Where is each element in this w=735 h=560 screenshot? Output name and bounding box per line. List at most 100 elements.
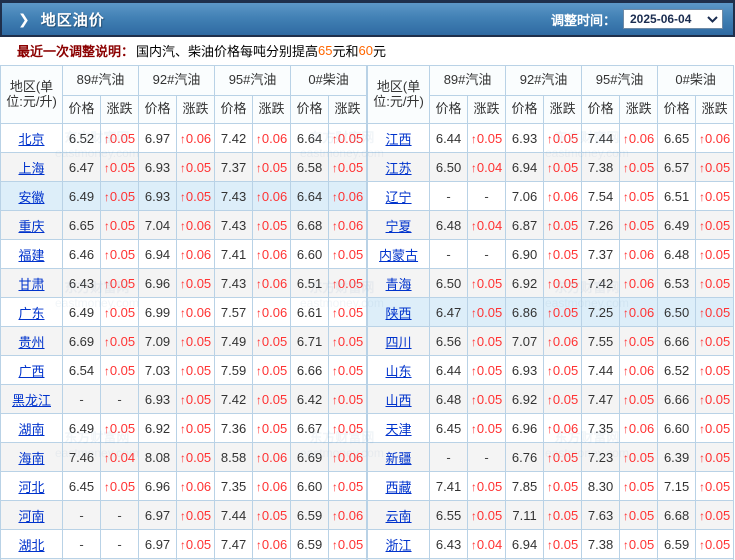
region-link[interactable]: 福建 xyxy=(18,248,44,263)
region-cell[interactable]: 广西 xyxy=(0,355,63,385)
region-link[interactable]: 北京 xyxy=(18,132,44,147)
region-cell[interactable]: 福建 xyxy=(0,239,63,269)
region-cell[interactable]: 陕西 xyxy=(367,297,431,327)
price-cell: 6.69 xyxy=(62,326,101,356)
price-cell: 7.47 xyxy=(214,529,254,559)
price-cell: 7.44 xyxy=(581,355,621,385)
region-cell[interactable]: 四川 xyxy=(367,326,431,356)
region-link[interactable]: 江西 xyxy=(386,132,412,147)
region-link[interactable]: 四川 xyxy=(386,335,412,350)
change-cell: ↑0.05 xyxy=(252,210,292,240)
price-cell: 6.68 xyxy=(657,500,697,530)
region-link[interactable]: 西藏 xyxy=(386,480,412,495)
change-cell: ↑0.06 xyxy=(252,123,292,153)
region-cell[interactable]: 甘肃 xyxy=(0,268,63,298)
region-link[interactable]: 重庆 xyxy=(18,219,44,234)
region-link[interactable]: 新疆 xyxy=(386,451,412,466)
region-link[interactable]: 陕西 xyxy=(386,306,412,321)
region-cell[interactable]: 山西 xyxy=(367,384,431,414)
region-cell[interactable]: 重庆 xyxy=(0,210,63,240)
region-link[interactable]: 浙江 xyxy=(386,538,412,553)
region-link[interactable]: 江苏 xyxy=(386,161,412,176)
region-cell[interactable]: 江苏 xyxy=(367,152,431,182)
region-link[interactable]: 湖南 xyxy=(18,422,44,437)
titlebar-right: 调整时间： 2025-06-04 xyxy=(551,9,723,29)
region-link[interactable]: 甘肃 xyxy=(18,277,44,292)
change-cell: ↑0.06 xyxy=(328,500,368,530)
notice-text-after: 元 xyxy=(372,44,386,59)
table-row: 江苏 6.50 ↑0.04 6.94 ↑0.05 7.38 ↑0.05 6.57 ↑0.05 xyxy=(367,152,735,182)
region-link[interactable]: 贵州 xyxy=(18,335,44,350)
price-subheader: 价格 xyxy=(429,95,469,124)
region-link[interactable]: 宁夏 xyxy=(386,219,412,234)
region-cell[interactable]: 山东 xyxy=(367,355,431,385)
price-tables: 地区(单位:元/升) 89#汽油 92#汽油 95#汽油 0#柴油 价格 涨跌 价格 涨跌 价格涨… xyxy=(0,65,735,560)
region-link[interactable]: 河南 xyxy=(18,509,44,524)
region-link[interactable]: 云南 xyxy=(386,509,412,524)
region-cell[interactable]: 江西 xyxy=(367,123,431,153)
region-cell[interactable]: 青海 xyxy=(367,268,431,298)
table-row: 广东 6.49 ↑0.05 6.99 ↑0.06 7.57 ↑0.06 6.61 ↑0.05 xyxy=(0,297,368,327)
up-arrow-icon: ↑ xyxy=(622,508,629,523)
region-cell[interactable]: 广东 xyxy=(0,297,63,327)
region-cell[interactable]: 浙江 xyxy=(367,529,431,559)
price-cell: 7.15 xyxy=(657,471,697,501)
region-cell[interactable]: 黑龙江 xyxy=(0,384,63,414)
region-link[interactable]: 内蒙古 xyxy=(379,248,418,263)
price-cell: 6.49 xyxy=(657,210,697,240)
region-link[interactable]: 湖北 xyxy=(18,538,44,553)
table-row: 陕西 6.47 ↑0.05 6.86 ↑0.05 7.25 ↑0.06 6.50 ↑0.05 xyxy=(367,297,735,327)
up-arrow-icon: ↑ xyxy=(331,421,338,436)
date-select[interactable]: 2025-06-04 xyxy=(623,9,723,29)
change-cell: ↑0.06 xyxy=(252,268,292,298)
region-cell[interactable]: 河北 xyxy=(0,471,63,501)
change-subheader: 涨跌 xyxy=(99,95,140,124)
up-arrow-icon: ↑ xyxy=(103,363,110,378)
region-cell[interactable]: 宁夏 xyxy=(367,210,431,240)
region-link[interactable]: 天津 xyxy=(386,422,412,437)
up-arrow-icon: ↑ xyxy=(546,363,553,378)
region-cell[interactable]: 湖北 xyxy=(0,529,63,559)
up-arrow-icon: ↑ xyxy=(698,131,705,146)
chevron-right-icon: ❯ xyxy=(18,11,30,27)
up-arrow-icon: ↑ xyxy=(622,479,629,494)
up-arrow-icon: ↑ xyxy=(179,131,186,146)
price-cell: 6.60 xyxy=(290,239,330,269)
up-arrow-icon: ↑ xyxy=(331,508,338,523)
up-arrow-icon: ↑ xyxy=(103,218,110,233)
region-cell[interactable]: 贵州 xyxy=(0,326,63,356)
region-link[interactable]: 河北 xyxy=(18,480,44,495)
price-cell: 6.47 xyxy=(429,297,469,327)
region-cell[interactable]: 内蒙古 xyxy=(367,239,431,269)
region-link[interactable]: 青海 xyxy=(386,277,412,292)
change-cell: ↑0.06 xyxy=(695,123,735,153)
region-cell[interactable]: 西藏 xyxy=(367,471,431,501)
change-cell: - xyxy=(99,529,140,559)
region-cell[interactable]: 上海 xyxy=(0,152,63,182)
region-link[interactable]: 山西 xyxy=(386,393,412,408)
region-link[interactable]: 安徽 xyxy=(18,190,44,205)
region-link[interactable]: 辽宁 xyxy=(386,190,412,205)
region-cell[interactable]: 安徽 xyxy=(0,181,63,211)
region-cell[interactable]: 辽宁 xyxy=(367,181,431,211)
region-link[interactable]: 广西 xyxy=(18,364,44,379)
region-link[interactable]: 山东 xyxy=(386,364,412,379)
table-row: 新疆 - -6.76 ↑0.05 7.23 ↑0.05 6.39 ↑0.05 xyxy=(367,442,735,472)
region-cell[interactable]: 云南 xyxy=(367,500,431,530)
table-row: 北京 6.52 ↑0.05 6.97 ↑0.06 7.42 ↑0.06 6.64 ↑0.05 xyxy=(0,123,368,153)
up-arrow-icon: ↑ xyxy=(622,160,629,175)
region-cell[interactable]: 海南 xyxy=(0,442,63,472)
region-link[interactable]: 黑龙江 xyxy=(12,393,51,408)
region-cell[interactable]: 河南 xyxy=(0,500,63,530)
region-cell[interactable]: 北京 xyxy=(0,123,63,153)
region-link[interactable]: 海南 xyxy=(18,451,44,466)
price-cell: 6.93 xyxy=(505,123,545,153)
region-cell[interactable]: 湖南 xyxy=(0,413,63,443)
region-cell[interactable]: 新疆 xyxy=(367,442,431,472)
change-cell: ↑0.05 xyxy=(176,529,216,559)
up-arrow-icon: ↑ xyxy=(331,363,338,378)
up-arrow-icon: ↑ xyxy=(179,363,186,378)
region-link[interactable]: 广东 xyxy=(18,306,44,321)
region-link[interactable]: 上海 xyxy=(18,161,44,176)
region-cell[interactable]: 天津 xyxy=(367,413,431,443)
